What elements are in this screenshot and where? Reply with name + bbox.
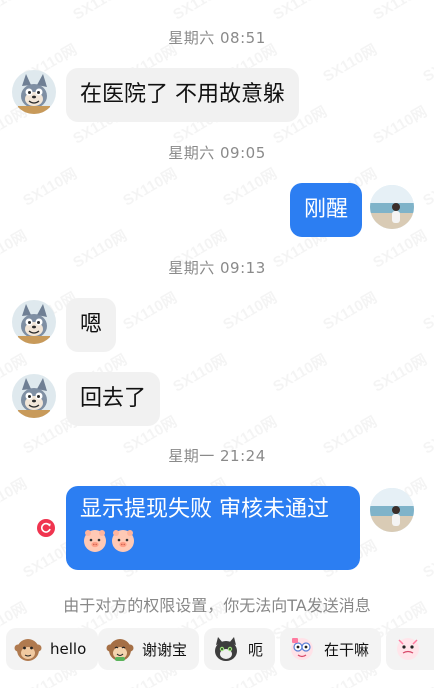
cartoon-sticker-icon [397,638,419,660]
cat-sticker-icon [215,637,237,661]
beach-photo-avatar-icon [370,488,414,532]
my-avatar[interactable] [370,488,414,532]
cartoon-sticker-icon [291,638,313,660]
tom-cat-avatar-icon [12,70,56,114]
tom-cat-avatar-icon [12,374,56,418]
my-avatar[interactable] [370,185,414,229]
contact-avatar[interactable] [12,300,56,344]
quick-reply-label: 在干嘛 [324,640,370,659]
incoming-message-bubble[interactable]: 回去了 [66,372,161,426]
send-failed-retry-icon[interactable] [37,519,55,537]
quick-reply-label: 谢谢宝 [142,640,188,659]
chat-area: 星期六 08:51 在医院了 不用故意躲 星期六 09:05 刚醒 星期六 09… [0,0,434,688]
quick-reply-bar: hello 谢谢宝 呃 在干嘛 [0,628,434,674]
quick-reply-thanks[interactable]: 谢谢宝 [98,628,200,670]
monkey-sticker-icon [14,639,42,661]
timestamp: 星期六 09:05 [168,144,266,162]
quick-reply-label: 呃 [248,640,264,659]
monkey-thanks-sticker-icon [106,639,134,661]
message-text: 显示提现失败 审核未通过 [80,497,329,522]
timestamp: 星期六 08:51 [168,29,266,47]
incoming-message-bubble[interactable]: 嗯 [66,298,117,352]
beach-photo-avatar-icon [370,185,414,229]
quick-reply-label: hello [50,640,87,658]
outgoing-message-bubble[interactable]: 刚醒 [289,183,362,237]
quick-reply-what-doing[interactable]: 在干嘛 [280,628,382,670]
quick-reply-uh[interactable]: 呃 [204,628,276,670]
outgoing-message-bubble[interactable]: 显示提现失败 审核未通过 [66,486,360,570]
quick-reply-more[interactable] [386,628,434,670]
timestamp: 星期六 09:13 [168,259,266,277]
incoming-message-bubble[interactable]: 在医院了 不用故意躲 [66,68,299,122]
tom-cat-avatar-icon [12,300,56,344]
pig-face-emoji-icon [110,527,136,553]
quick-reply-hello[interactable]: hello [6,628,99,670]
permission-notice: 由于对方的权限设置，你无法向TA发送消息 [63,596,371,615]
pig-face-emoji-icon [82,527,108,553]
timestamp: 星期一 21:24 [168,447,266,465]
contact-avatar[interactable] [12,374,56,418]
contact-avatar[interactable] [12,70,56,114]
